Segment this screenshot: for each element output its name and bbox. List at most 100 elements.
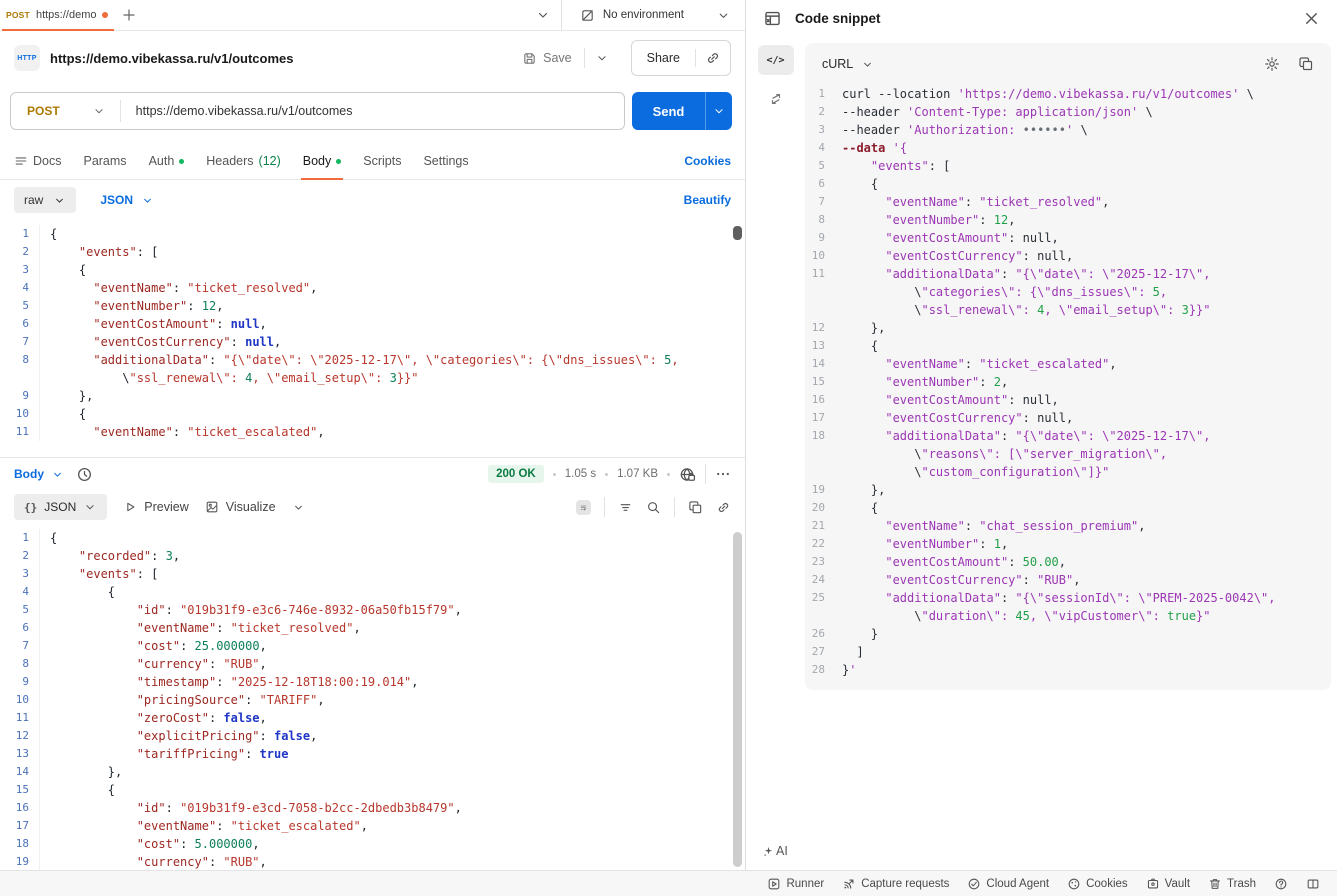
filter-icon[interactable] (618, 500, 633, 515)
sync-icon[interactable] (768, 91, 784, 107)
close-icon[interactable] (1302, 9, 1321, 28)
braces-icon: {} (24, 501, 37, 514)
postbot-ai-button[interactable]: AI (762, 844, 788, 858)
method-chevron-icon[interactable] (92, 104, 106, 118)
code-view-button[interactable]: </> (758, 45, 794, 75)
footer-capture-requests[interactable]: Capture requests (833, 877, 958, 891)
code-line: 18 "cost": 5.000000, (0, 835, 745, 853)
response-history-icon[interactable] (76, 466, 93, 483)
line-number: 13 (0, 745, 40, 763)
line-number: 1 (805, 85, 835, 103)
save-button[interactable]: Save (510, 51, 584, 66)
trash-icon (1208, 877, 1222, 891)
status-badge[interactable]: 200 OK (488, 465, 544, 483)
method-selector[interactable]: POST (11, 104, 60, 118)
tab-headers[interactable]: Headers(12) (206, 143, 280, 179)
response-link-icon[interactable] (716, 500, 731, 515)
code-line: 19 }, (805, 481, 1331, 499)
tab-settings[interactable]: Settings (423, 143, 468, 179)
network-info-icon[interactable] (679, 466, 696, 483)
snippet-code[interactable]: 1curl --location 'https://demo.vibekassa… (805, 85, 1331, 679)
tab-list-chevron-icon[interactable] (535, 7, 551, 23)
snippet-language-selector[interactable]: cURL (822, 57, 874, 71)
code-line: 19 "currency": "RUB", (0, 853, 745, 870)
code-line: 7 "cost": 25.000000, (0, 637, 745, 655)
response-tools (576, 497, 731, 517)
editor-scrollbar[interactable] (733, 226, 742, 240)
response-size[interactable]: 1.07 KB (617, 468, 658, 480)
url-input[interactable]: https://demo.vibekassa.ru/v1/outcomes (121, 104, 353, 118)
save-options-chevron-icon[interactable] (595, 51, 609, 65)
request-panel: POST https://demo.vibekass No environmen… (0, 0, 746, 870)
line-number: 17 (0, 817, 40, 835)
response-format-selector[interactable]: {} JSON (14, 494, 107, 520)
line-number: 6 (0, 315, 40, 333)
beautify-link[interactable]: Beautify (684, 193, 731, 207)
tab-scripts[interactable]: Scripts (363, 143, 401, 179)
environment-chevron-icon (716, 8, 731, 23)
tab-body[interactable]: Body (303, 143, 342, 179)
tab-auth[interactable]: Auth (149, 143, 185, 179)
code-line: 16 "id": "019b31f9-e3cd-7058-b2cc-2dbedb… (0, 799, 745, 817)
tab-label: Body (303, 154, 332, 168)
code-line: 3--header 'Authorization: ••••••' \ (805, 121, 1331, 139)
cookies-link[interactable]: Cookies (684, 154, 731, 168)
share-button[interactable]: Share (632, 51, 695, 65)
code-line: 6 "eventCostAmount": null, (0, 315, 745, 333)
copy-response-icon[interactable] (688, 500, 703, 515)
response-body-code: 1{2 "recorded": 3,3 "events": [4 {5 "id"… (0, 529, 745, 870)
code-line: \"custom_configuration\"]}" (805, 463, 1331, 481)
new-tab-button[interactable] (116, 2, 142, 28)
request-tabs: Docs Params Auth Headers(12) Body Scripts Sett… (14, 143, 469, 179)
green-dot-icon (179, 159, 184, 164)
code-line: 11 "eventName": "ticket_escalated", (0, 423, 745, 441)
footer-panel[interactable] (1297, 877, 1329, 891)
send-options-chevron-icon[interactable] (705, 92, 732, 130)
snippet-copy-icon[interactable] (1298, 56, 1314, 72)
response-header: Body 200 OK 1.05 s 1.07 KB (0, 458, 745, 490)
snippet-panel-header: Code snippet (747, 0, 1337, 36)
code-line: 16 "eventCostAmount": null, (805, 391, 1331, 409)
response-more-icon[interactable] (715, 466, 731, 482)
line-number (0, 369, 40, 387)
code-line: 13 { (805, 337, 1331, 355)
footer-runner[interactable]: Runner (758, 877, 833, 891)
footer-help[interactable] (1265, 877, 1297, 891)
response-body-selector[interactable]: Body (14, 467, 64, 481)
request-body-editor[interactable]: 1{2 "events": [3 {4 "eventName": "ticket… (0, 220, 745, 458)
response-time[interactable]: 1.05 s (565, 468, 596, 480)
line-number: 9 (0, 673, 40, 691)
request-tab[interactable]: POST https://demo.vibekass (0, 0, 116, 30)
send-button[interactable]: Send (632, 92, 732, 130)
footer-trash[interactable]: Trash (1199, 877, 1265, 891)
code-line: 17 "eventName": "ticket_escalated", (0, 817, 745, 835)
snippet-settings-icon[interactable] (1264, 56, 1280, 72)
code-line: 12 }, (805, 319, 1331, 337)
footer-vault[interactable]: Vault (1137, 877, 1199, 891)
visualize-tab[interactable]: Visualize (205, 500, 276, 514)
response-body-viewer[interactable]: 1{2 "recorded": 3,3 "events": [4 {5 "id"… (0, 524, 745, 870)
tab-docs[interactable]: Docs (14, 143, 61, 179)
body-language-selector[interactable]: JSON (100, 193, 154, 207)
environment-selector[interactable]: No environment (562, 0, 745, 30)
line-number: 23 (805, 553, 835, 571)
footer-cloud-agent[interactable]: Cloud Agent (958, 877, 1058, 891)
preview-tab[interactable]: Preview (123, 500, 188, 514)
response-format-label: JSON (44, 500, 76, 514)
copy-link-icon[interactable] (696, 41, 730, 75)
wrap-text-icon[interactable] (576, 500, 591, 515)
tab-params[interactable]: Params (83, 143, 126, 179)
sparkle-icon (762, 845, 775, 858)
line-number: 18 (0, 835, 40, 853)
footer-cookies[interactable]: Cookies (1058, 877, 1137, 891)
tab-label: Scripts (363, 154, 401, 168)
body-mode-selector[interactable]: raw (14, 187, 76, 213)
request-tab-bar: POST https://demo.vibekass No environmen… (0, 0, 745, 31)
response-scrollbar[interactable] (733, 532, 742, 867)
code-line: 7 "eventCostCurrency": null, (0, 333, 745, 351)
line-number (805, 607, 835, 625)
code-line: 28}' (805, 661, 1331, 679)
view-options-chevron-icon[interactable] (292, 501, 305, 514)
panel-icon (1306, 877, 1320, 891)
search-icon[interactable] (646, 500, 661, 515)
